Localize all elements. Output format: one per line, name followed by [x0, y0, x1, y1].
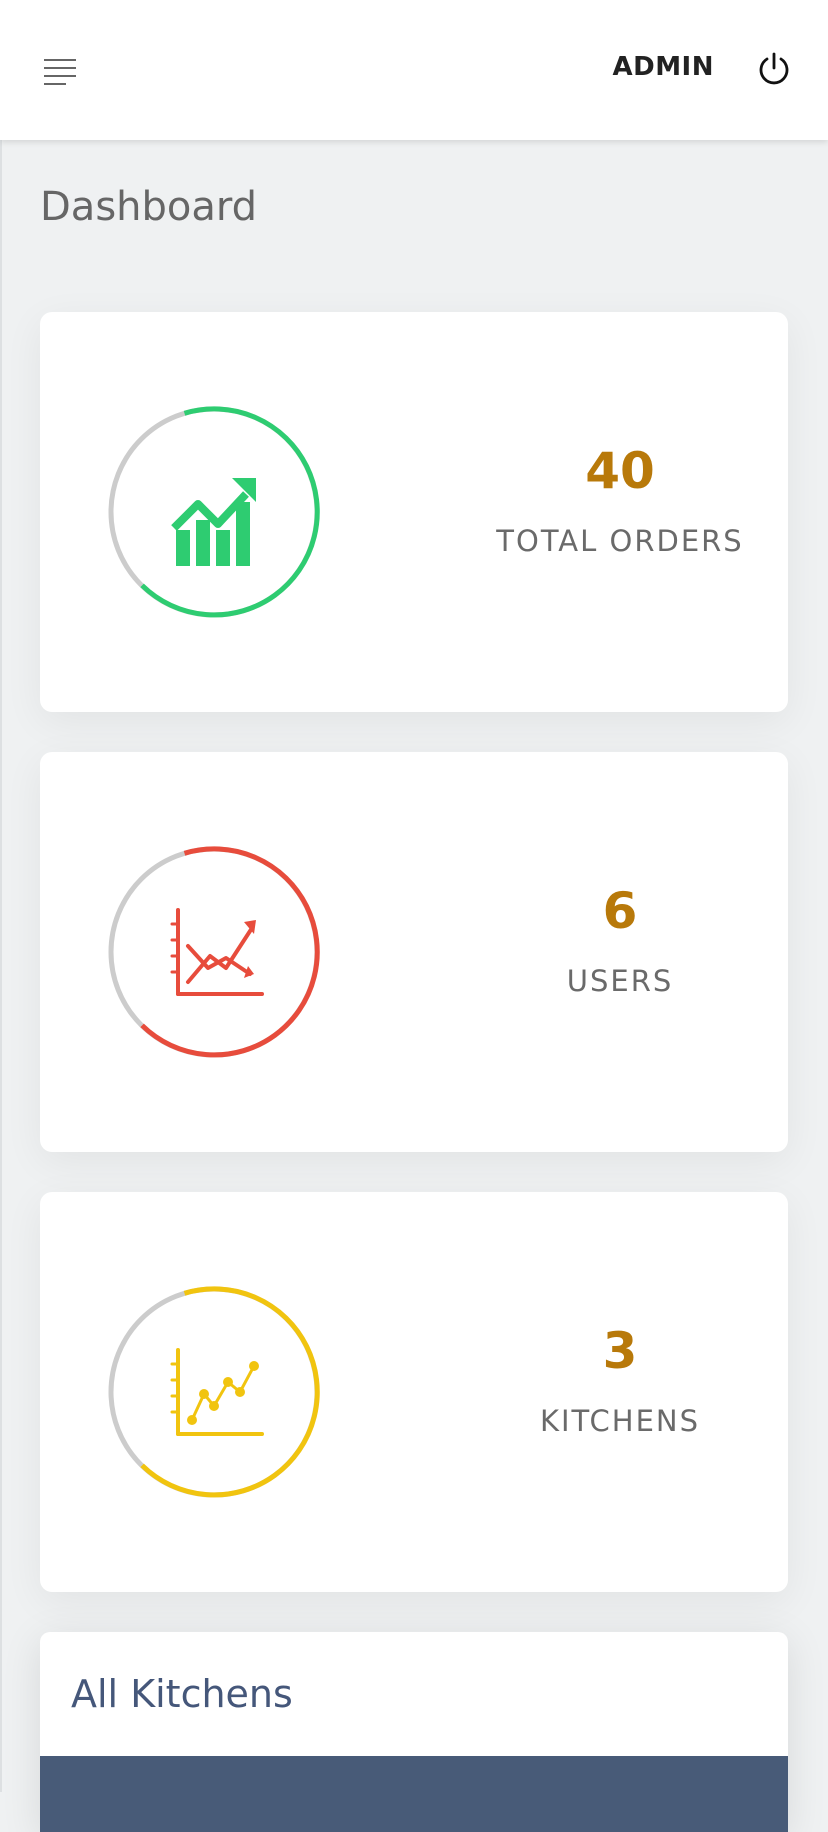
scatter-line-chart-icon [170, 1348, 264, 1436]
line-chart-icon [170, 908, 264, 996]
stat-label: USERS [566, 964, 674, 998]
left-border [0, 140, 2, 1792]
stat-label: KITCHENS [539, 1404, 701, 1438]
power-icon[interactable] [756, 51, 792, 87]
bar-chart-trend-icon [171, 478, 256, 566]
stat-value: 3 [602, 1322, 638, 1380]
hamburger-menu-icon[interactable] [40, 56, 80, 88]
stat-label: TOTAL ORDERS [496, 524, 744, 558]
stat-card-kitchens[interactable]: 3 KITCHENS [40, 1192, 788, 1592]
section-title: All Kitchens [71, 1672, 293, 1716]
page-title: Dashboard [40, 184, 258, 230]
stat-card-total-orders[interactable]: 40 TOTAL ORDERS [40, 312, 788, 712]
progress-ring [108, 1286, 320, 1498]
progress-ring [108, 846, 320, 1058]
table-header-bar [40, 1756, 788, 1832]
stat-value: 6 [602, 882, 638, 940]
user-name-label[interactable]: ADMIN [612, 52, 714, 82]
top-bar: ADMIN [0, 0, 828, 140]
stat-card-users[interactable]: 6 USERS [40, 752, 788, 1152]
all-kitchens-section: All Kitchens [40, 1632, 788, 1832]
progress-ring [108, 406, 320, 618]
stat-value: 40 [585, 442, 655, 500]
